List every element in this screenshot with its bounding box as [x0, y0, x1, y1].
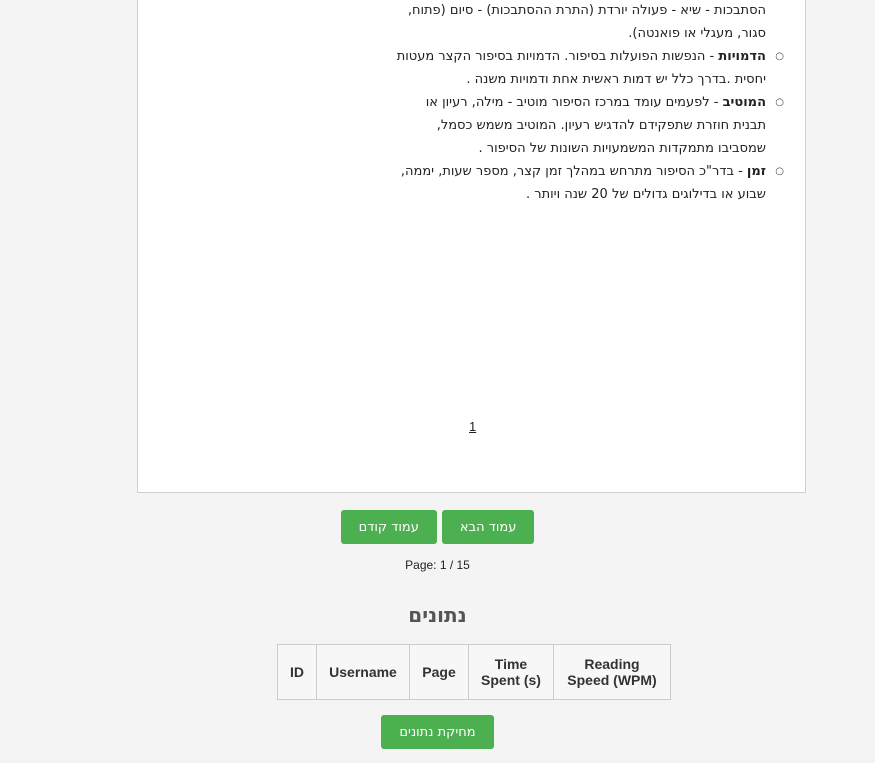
page-indicator: Page: 1 / 15 — [405, 558, 470, 572]
column-header-page: Page — [409, 644, 469, 700]
term-label: זמן — [746, 164, 766, 179]
text-line: שבוע או בדילוגים גדולים של 20 שנה ויותר … — [525, 187, 766, 202]
text-line: שמסביבו מתמקדות המשמעויות השונות של הסיפ… — [478, 141, 767, 156]
term-label: הדמויות — [718, 49, 766, 64]
column-header-reading-speed: Reading Speed (WPM) — [553, 644, 671, 700]
page-navigation: עמוד קודם עמוד הבא — [0, 510, 875, 544]
prev-page-button[interactable]: עמוד קודם — [340, 510, 437, 544]
term-description: - הנפשות הפועלות בסיפור. הדמויות בסיפור … — [396, 49, 719, 64]
data-section-title: נתונים — [408, 603, 467, 627]
term-description: - לפעמים עומד במרכז הסיפור מוטיב - מילה,… — [425, 95, 723, 110]
list-item: ○ המוטיב - לפעמים עומד במרכז הסיפור מוטי… — [246, 91, 784, 160]
next-page-button[interactable]: עמוד הבא — [441, 510, 535, 544]
column-header-id: ID — [277, 644, 317, 700]
list-item: ○ זמן - בדר"כ הסיפור מתרחש במהלך זמן קצר… — [246, 160, 784, 206]
term-label: המוטיב — [722, 95, 766, 110]
column-header-time-spent: Time Spent (s) — [468, 644, 554, 700]
page-number: 1 — [469, 419, 477, 434]
term-description: - בדר"כ הסיפור מתרחש במהלך זמן קצר, מספר… — [400, 164, 747, 179]
text-line: יחסית .בדרך כלל יש דמות ראשית אחת ודמויו… — [466, 72, 766, 87]
text-line: תבנית חוזרת שתפקידם להדגיש רעיון. המוטיב… — [436, 118, 766, 133]
bullet-circle-icon: ○ — [775, 51, 784, 62]
document-text: הסתבכות - שיא - פעולה יורדת (התרת ההסתבכ… — [246, 0, 784, 206]
bullet-circle-icon: ○ — [775, 97, 784, 108]
clear-data-wrapper: מחיקת נתונים — [0, 715, 875, 749]
list-item: ○ הדמויות - הנפשות הפועלות בסיפור. הדמוי… — [246, 45, 784, 91]
stats-table: ID Username Page Time Spent (s) Reading … — [277, 644, 671, 700]
bullet-circle-icon: ○ — [775, 166, 784, 177]
column-header-username: Username — [316, 644, 410, 700]
table-header-row: ID Username Page Time Spent (s) Reading … — [277, 644, 671, 700]
text-line: הסתבכות - שיא - פעולה יורדת (התרת ההסתבכ… — [407, 3, 766, 18]
text-line: סגור, מעגלי או פואנטה). — [628, 26, 766, 41]
clear-data-button[interactable]: מחיקת נתונים — [381, 715, 494, 749]
document-page: הסתבכות - שיא - פעולה יורדת (התרת ההסתבכ… — [137, 0, 806, 493]
